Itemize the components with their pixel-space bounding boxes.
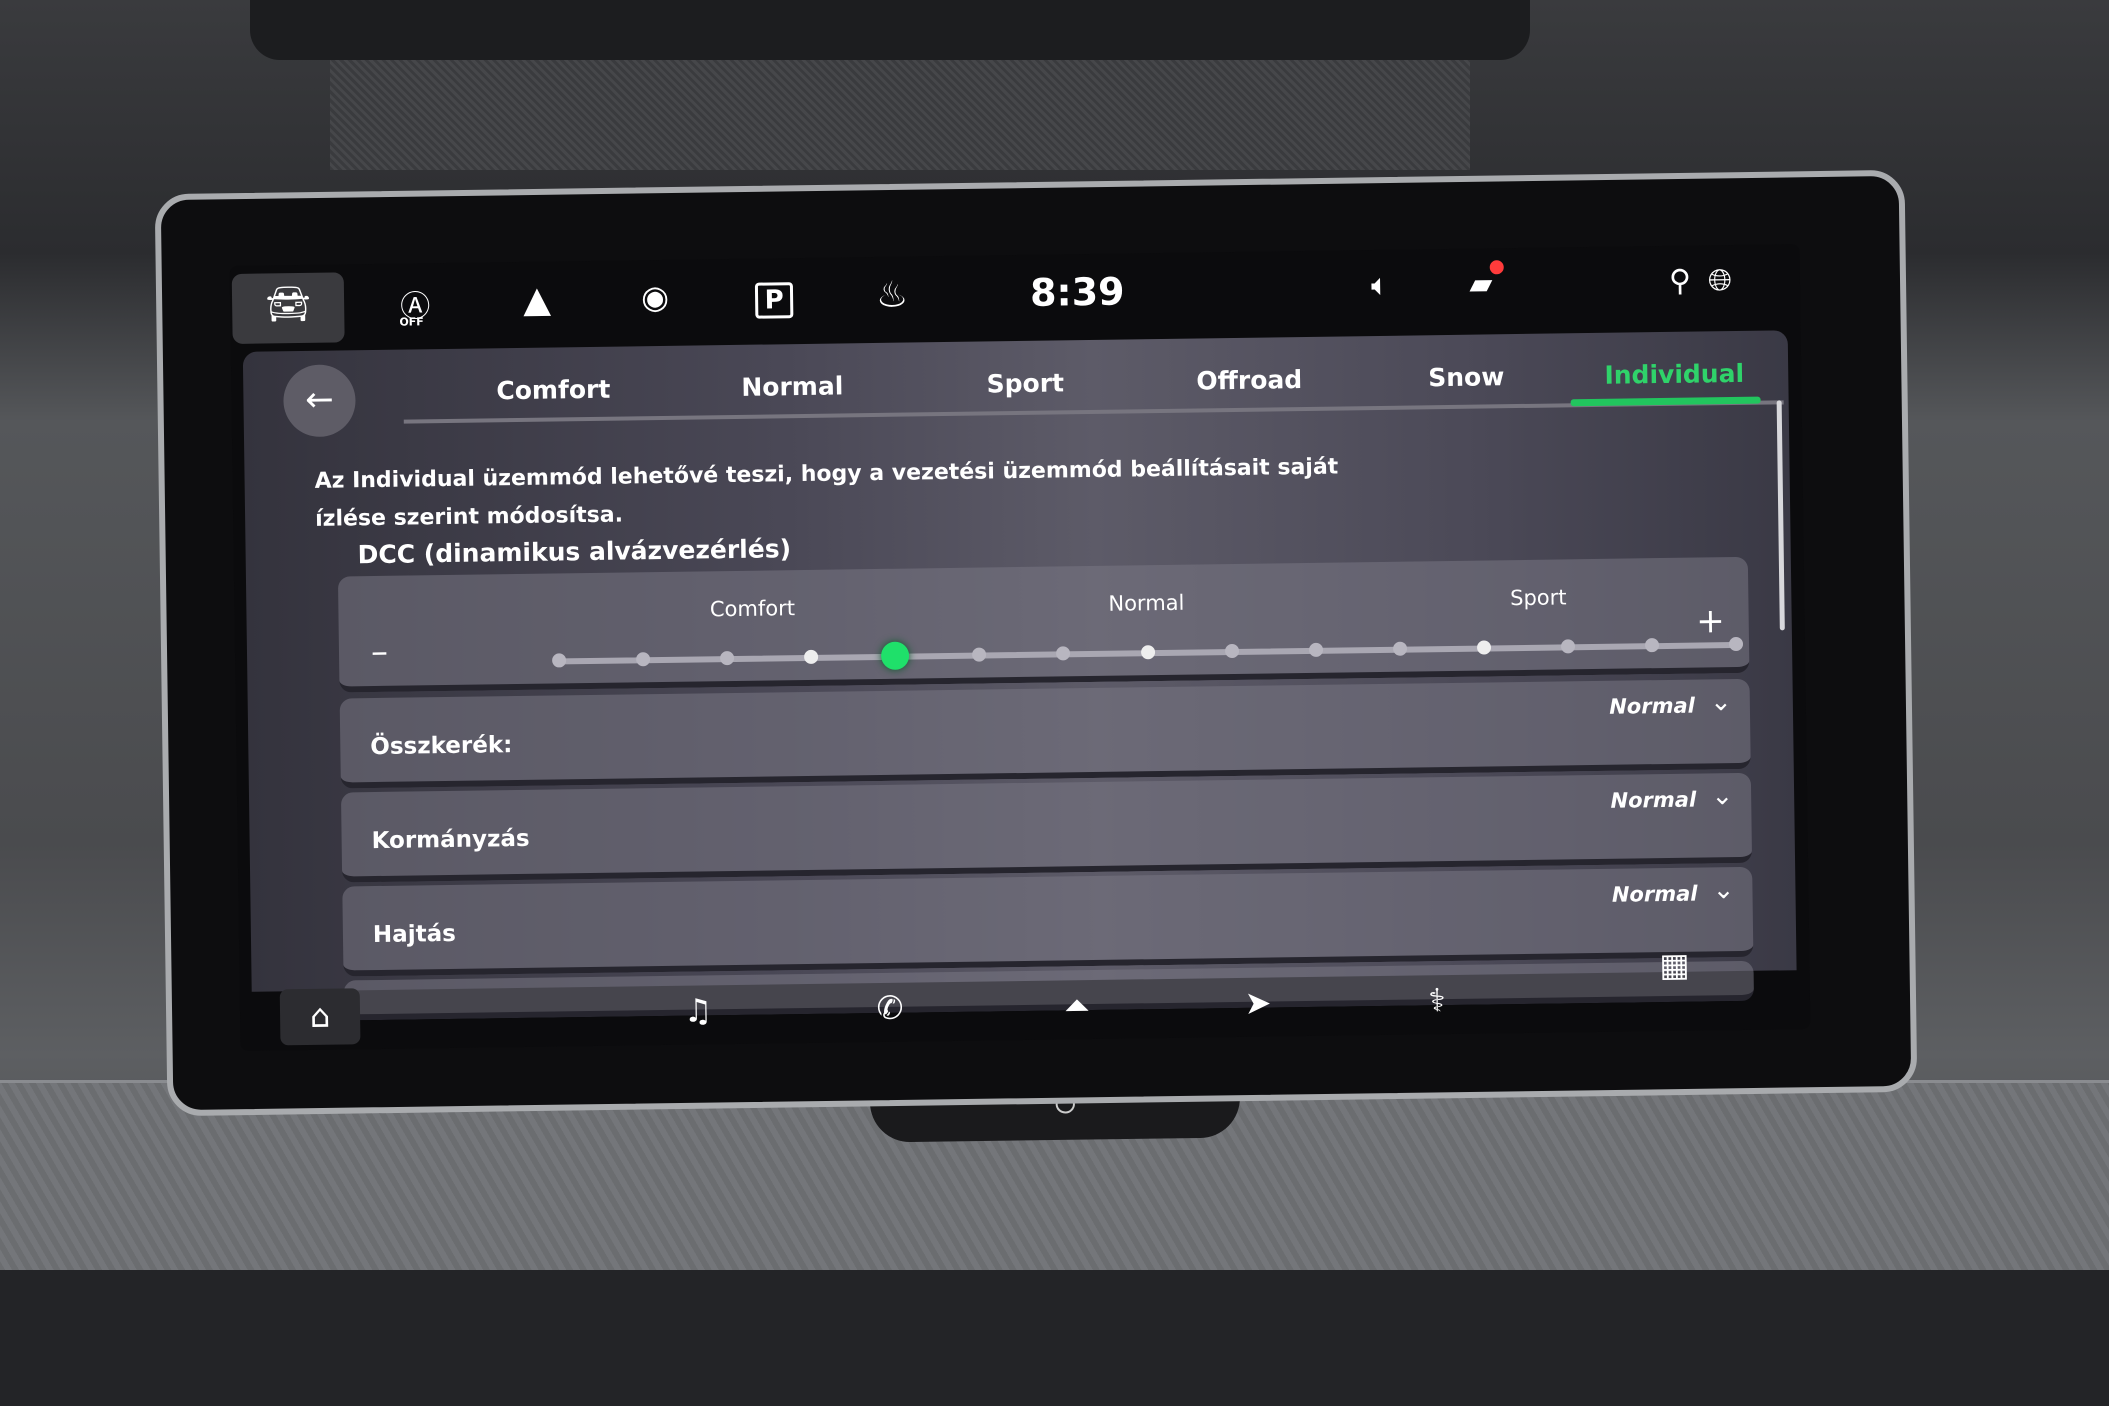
dcc-increase-button[interactable]: + <box>1696 601 1725 641</box>
dcc-slider[interactable] <box>552 636 1744 670</box>
driver-assist-icon[interactable]: ◉ <box>625 278 686 317</box>
chevron-down-icon: ⌄ <box>1711 781 1734 812</box>
notification-badge <box>1489 260 1504 275</box>
slider-step[interactable] <box>1308 642 1323 657</box>
tab-individual[interactable]: Individual <box>1604 359 1744 390</box>
center-console <box>0 1270 2109 1406</box>
phone-icon[interactable]: ✆ <box>860 988 921 1027</box>
slider-step[interactable] <box>1476 640 1491 655</box>
slider-label-sport: Sport <box>1509 585 1567 611</box>
setting-value: Normal <box>1611 881 1698 907</box>
slider-label-normal: Normal <box>1108 590 1185 616</box>
dcc-slider-card: – + Comfort Normal Sport <box>337 556 1750 693</box>
android-auto-icon[interactable]: ⏶ <box>1047 986 1108 1026</box>
slider-step[interactable] <box>1392 641 1407 656</box>
parking-icon[interactable]: P <box>744 276 805 319</box>
setting-label: Hajtás <box>372 920 456 949</box>
auto-hold-off-icon[interactable]: Ⓐ OFF <box>385 281 446 328</box>
navigation-icon[interactable]: ➤ <box>1228 983 1289 1022</box>
slider-step[interactable] <box>972 647 987 662</box>
heated-seat-icon[interactable]: ♨ <box>862 274 923 316</box>
car-icon: 🚘︎ <box>264 283 312 326</box>
setting-row[interactable]: Normal ⌄ Összkerék: <box>339 678 1751 789</box>
apps-grid-icon[interactable]: ▦ <box>1644 945 1705 984</box>
mode-description: Az Individual üzemmód lehetővé teszi, ho… <box>314 454 1339 532</box>
drive-mode-panel: ← Comfort Normal Sport Offroad Snow Indi… <box>242 330 1797 1021</box>
tab-sport[interactable]: Sport <box>986 368 1064 398</box>
volume-icon[interactable]: 🔈︎ <box>1350 268 1410 304</box>
tab-comfort[interactable]: Comfort <box>496 375 610 406</box>
setting-label: Összkerék: <box>370 732 513 761</box>
tab-snow[interactable]: Snow <box>1428 362 1504 392</box>
back-button[interactable]: ← <box>282 364 356 438</box>
seat-icon[interactable]: ⚕ <box>1407 981 1468 1020</box>
clock: 8:39 <box>1029 269 1125 315</box>
music-icon[interactable]: ♫ <box>668 991 729 1030</box>
setting-label: Kormányzás <box>371 825 530 855</box>
slider-step[interactable] <box>720 650 735 666</box>
slider-step[interactable] <box>804 649 819 665</box>
slider-step[interactable] <box>1644 638 1660 653</box>
slider-step[interactable] <box>1560 639 1575 654</box>
slider-step[interactable] <box>1140 645 1155 660</box>
setting-row[interactable]: Normal ⌄ Hajtás <box>342 866 1754 977</box>
slider-step[interactable] <box>636 652 651 667</box>
chevron-down-icon: ⌄ <box>1712 875 1735 906</box>
slider-thumb[interactable] <box>881 641 910 670</box>
chevron-down-icon: ⌄ <box>1709 687 1733 718</box>
tab-normal[interactable]: Normal <box>741 371 843 401</box>
dashboard-vent <box>250 0 1530 60</box>
scrollbar[interactable] <box>1776 400 1785 631</box>
slider-step[interactable] <box>1056 646 1071 661</box>
setting-value: Normal <box>1609 693 1696 719</box>
setting-value: Normal <box>1610 787 1697 813</box>
mountain-icon[interactable]: ▲ <box>507 279 568 321</box>
setting-row[interactable]: Normal ⌄ Kormányzás <box>340 772 1753 883</box>
slider-step[interactable] <box>552 653 567 668</box>
dashboard-speaker-grille <box>330 60 1470 170</box>
tab-offroad[interactable]: Offroad <box>1196 365 1302 395</box>
slider-step[interactable] <box>1224 643 1239 659</box>
slider-step[interactable] <box>1728 636 1744 652</box>
dcc-title: DCC (dinamikus alvázvezérlés) <box>357 534 792 570</box>
arrow-left-icon: ← <box>304 379 335 420</box>
dcc-decrease-button[interactable]: – <box>371 632 389 672</box>
slider-label-comfort: Comfort <box>709 596 796 622</box>
globe-icon[interactable]: 🌐︎ <box>1690 263 1750 299</box>
infotainment-screen: 🚘︎ Ⓐ OFF ▲ ◉ P ♨ 8:39 🔈︎ ▰ ⚲ 🌐︎ ← Comfort… <box>229 244 1811 1051</box>
home-icon: ⌂ <box>309 996 331 1035</box>
